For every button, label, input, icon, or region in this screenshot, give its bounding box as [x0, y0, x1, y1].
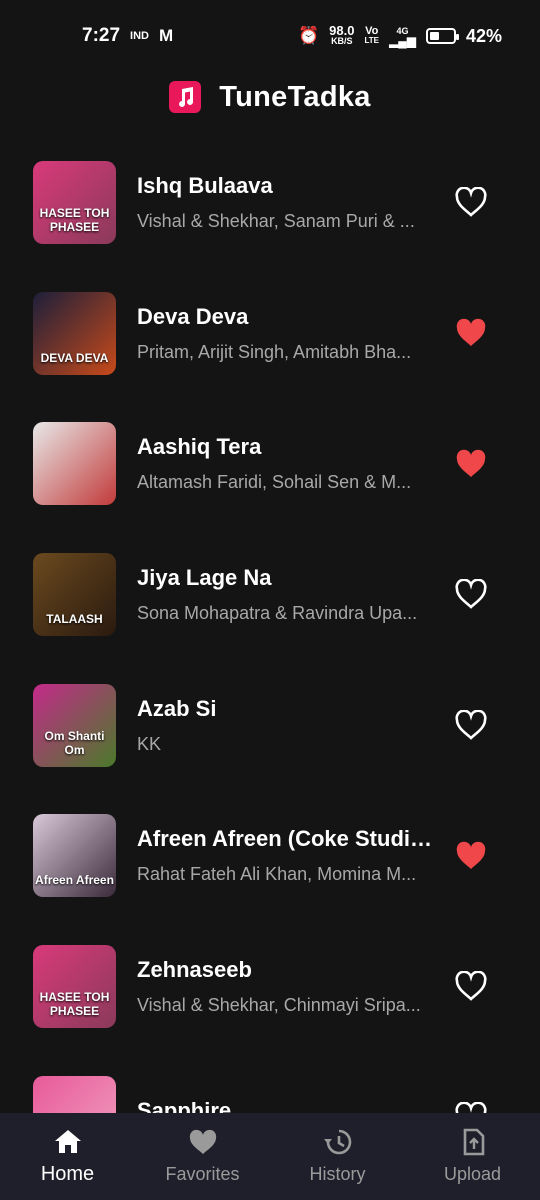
favorite-outline-heart-icon[interactable]	[455, 1101, 487, 1113]
nav-label: Home	[40, 1163, 95, 1185]
song-artist: KK	[137, 733, 162, 754]
net-speed: 98.0 KB/S	[329, 23, 355, 46]
song-info: Aashiq Tera Altamash Faridi, Sohail Sen …	[137, 434, 437, 493]
net-speed-unit: KB/S	[331, 36, 353, 46]
history-icon	[323, 1129, 351, 1155]
favorite-outline-heart-icon[interactable]	[455, 186, 487, 218]
upload-icon	[463, 1128, 484, 1156]
favorite-outline-heart-icon[interactable]	[455, 970, 487, 1002]
net-speed-value: 98.0	[329, 23, 355, 38]
song-info: Sapphire	[137, 1098, 437, 1113]
nav-label: Favorites	[165, 1164, 240, 1184]
app-header: TuneTadka	[0, 72, 540, 122]
song-info: Deva Deva Pritam, Arijit Singh, Amitabh …	[137, 304, 437, 363]
song-row[interactable]: HASEE TOH PHASEE Zehnaseeb Vishal & Shek…	[0, 921, 540, 1052]
mail-icon: M	[158, 26, 174, 45]
nav-upload[interactable]: Upload	[405, 1113, 540, 1200]
song-info: Afreen Afreen (Coke Studio Season 9) Rah…	[137, 826, 437, 885]
volte-indicator: Vo LTE	[364, 26, 379, 46]
heart-icon	[189, 1129, 216, 1154]
song-info: Ishq Bulaava Vishal & Shekhar, Sanam Pur…	[137, 173, 437, 232]
status-left: 7:27 IND M	[82, 25, 173, 47]
album-art: Om Shanti Om	[33, 683, 116, 767]
song-row[interactable]: Om Shanti Om Azab Si KK	[0, 660, 540, 791]
song-info: Jiya Lage Na Sona Mohapatra & Ravindra U…	[137, 565, 437, 624]
status-bar: 7:27 IND M ⏰ 98.0 KB/S Vo LTE 4G ▂▄▆ 42%	[0, 0, 540, 72]
song-title: Ishq Bulaava	[137, 172, 273, 198]
album-art-label: HASEE TOH PHASEE	[39, 989, 110, 1018]
song-title: Sapphire	[137, 1098, 232, 1113]
nav-favorites[interactable]: Favorites	[135, 1113, 270, 1200]
song-info: Azab Si KK	[137, 696, 437, 755]
song-row[interactable]: HASEE TOH PHASEE Ishq Bulaava Vishal & S…	[0, 137, 540, 268]
nav-label: Upload	[443, 1164, 502, 1184]
album-art: Afreen Afreen	[33, 814, 116, 898]
music-note-icon	[169, 81, 202, 113]
signal-icon: 4G ▂▄▆	[389, 26, 416, 48]
album-art	[33, 1075, 116, 1113]
song-title: Jiya Lage Na	[137, 564, 272, 590]
song-list[interactable]: HASEE TOH PHASEE Ishq Bulaava Vishal & S…	[0, 137, 540, 1113]
favorite-filled-heart-icon[interactable]	[455, 318, 487, 348]
volte-bottom: LTE	[364, 36, 379, 45]
album-art-label: Afreen Afreen	[35, 873, 114, 888]
song-title: Zehnaseeb	[137, 956, 252, 982]
album-art-label: HASEE TOH PHASEE	[39, 205, 110, 234]
nav-history[interactable]: History	[270, 1113, 405, 1200]
album-art: HASEE TOH PHASEE	[33, 160, 116, 244]
bottom-nav: Home Favorites History Upload	[0, 1113, 540, 1200]
album-art-label: Om Shanti Om	[44, 728, 105, 757]
album-art: HASEE TOH PHASEE	[33, 944, 116, 1028]
favorite-filled-heart-icon[interactable]	[455, 841, 487, 871]
battery-icon	[425, 28, 459, 44]
song-row[interactable]: Afreen Afreen Afreen Afreen (Coke Studio…	[0, 790, 540, 921]
song-artist: Altamash Faridi, Sohail Sen & M...	[137, 472, 412, 493]
volte-top: Vo	[365, 25, 379, 37]
song-title: Aashiq Tera	[137, 434, 262, 460]
favorite-outline-heart-icon[interactable]	[455, 709, 487, 740]
battery-percent: 42%	[465, 25, 502, 46]
song-artist: Vishal & Shekhar, Chinmayi Sripa...	[137, 994, 421, 1015]
song-title: Azab Si	[137, 695, 217, 721]
home-icon	[54, 1130, 81, 1153]
app-title: TuneTadka	[219, 80, 371, 113]
song-row[interactable]: DEVA DEVA Deva Deva Pritam, Arijit Singh…	[0, 268, 540, 399]
song-artist: Pritam, Arijit Singh, Amitabh Bha...	[137, 341, 412, 362]
song-artist: Sona Mohapatra & Ravindra Upa...	[137, 602, 418, 623]
song-row[interactable]: Aashiq Tera Altamash Faridi, Sohail Sen …	[0, 398, 540, 529]
signal-bars: ▂▄▆	[389, 34, 416, 48]
album-art-label: DEVA DEVA	[40, 350, 109, 365]
battery-fill	[429, 32, 440, 40]
album-art-label: TALAASH	[46, 611, 103, 626]
alarm-icon: ⏰	[298, 26, 320, 45]
song-title: Afreen Afreen (Coke Studio Season 9)	[137, 826, 437, 852]
song-row[interactable]: TALAASH Jiya Lage Na Sona Mohapatra & Ra…	[0, 529, 540, 660]
status-time: 7:27	[82, 25, 121, 46]
song-info: Zehnaseeb Vishal & Shekhar, Chinmayi Sri…	[137, 957, 437, 1016]
nav-label: History	[309, 1164, 366, 1184]
song-row[interactable]: Sapphire	[0, 1052, 540, 1113]
album-art: TALAASH	[33, 552, 116, 636]
album-art: DEVA DEVA	[33, 291, 116, 375]
favorite-filled-heart-icon[interactable]	[455, 449, 487, 479]
song-artist: Rahat Fateh Ali Khan, Momina M...	[137, 864, 417, 885]
status-right: ⏰ 98.0 KB/S Vo LTE 4G ▂▄▆ 42%	[298, 23, 502, 48]
app-notification-icon: IND	[130, 30, 149, 42]
favorite-outline-heart-icon[interactable]	[455, 578, 487, 610]
song-artist: Vishal & Shekhar, Sanam Puri & ...	[137, 210, 415, 231]
album-art	[33, 422, 116, 506]
nav-home[interactable]: Home	[0, 1113, 135, 1200]
song-title: Deva Deva	[137, 303, 249, 329]
